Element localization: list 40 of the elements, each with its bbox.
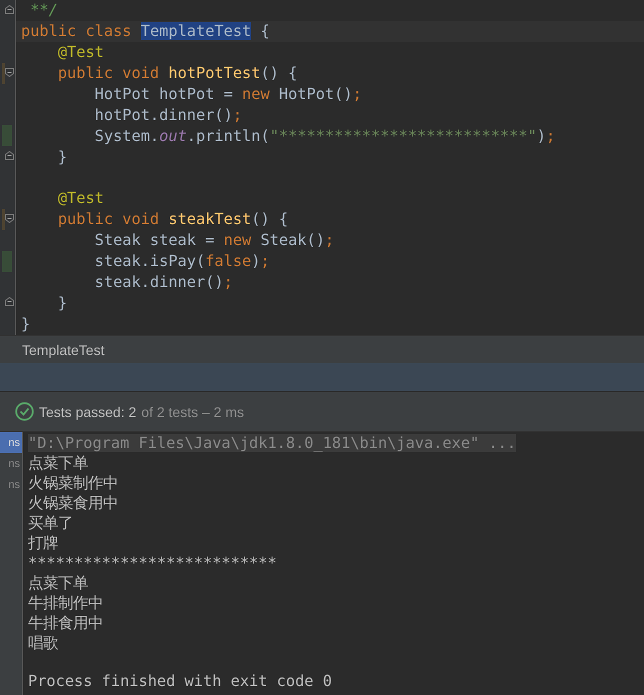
fold-icon[interactable] (5, 68, 14, 77)
fold-icon[interactable] (5, 151, 14, 160)
console-line: 牛排制作中 (28, 592, 103, 614)
test-status: Tests passed: 2 (39, 404, 136, 420)
code-line: public void steakTest() { (56, 210, 288, 228)
code-line: } (56, 294, 68, 312)
code-line: hotPot.dinner(); (94, 106, 242, 124)
code-line: } (20, 314, 30, 333)
code-line: Steak steak = new Steak(); (94, 231, 334, 250)
check-icon (15, 402, 34, 421)
code-line: @Test (56, 189, 104, 208)
code-line: steak.isPay(false); (94, 252, 270, 270)
code-line: **/ (29, 1, 58, 20)
console-line: 买单了 (28, 512, 73, 534)
console-line: 牛排食用中 (28, 612, 103, 634)
code-line: HotPot hotPot = new HotPot(); (94, 85, 362, 103)
console-line: *************************** (28, 554, 277, 572)
code-line: public void hotPotTest() { (56, 64, 298, 82)
console-line: 火锅菜制作中 (28, 472, 118, 494)
console-line: 唱歌 (28, 632, 58, 654)
code-line: @Test (56, 43, 104, 62)
side-tab[interactable]: ns (0, 474, 22, 495)
fold-icon[interactable] (5, 214, 14, 223)
fold-icon[interactable] (5, 297, 14, 306)
fold-icon[interactable] (5, 5, 14, 14)
console-line: 点菜下单 (28, 572, 88, 594)
console-line: 点菜下单 (28, 452, 88, 474)
code-line: } (56, 148, 68, 166)
modified-line-marker[interactable] (2, 208, 5, 230)
side-tab[interactable]: ns (0, 432, 22, 453)
exit-message: Process finished with exit code 0 (28, 672, 332, 690)
breadcrumb[interactable]: TemplateTest (22, 342, 104, 358)
code-line: public class TemplateTest { (20, 22, 270, 40)
console-line: 火锅菜食用中 (28, 492, 118, 514)
test-summary: of 2 tests – 2 ms (141, 404, 244, 420)
modified-line-marker[interactable] (2, 62, 5, 84)
console-line: 打牌 (28, 532, 58, 554)
code-line: System.out.println("***************************"); (94, 126, 556, 145)
side-tab[interactable]: ns (0, 453, 22, 474)
code-line: steak.dinner(); (94, 273, 233, 292)
